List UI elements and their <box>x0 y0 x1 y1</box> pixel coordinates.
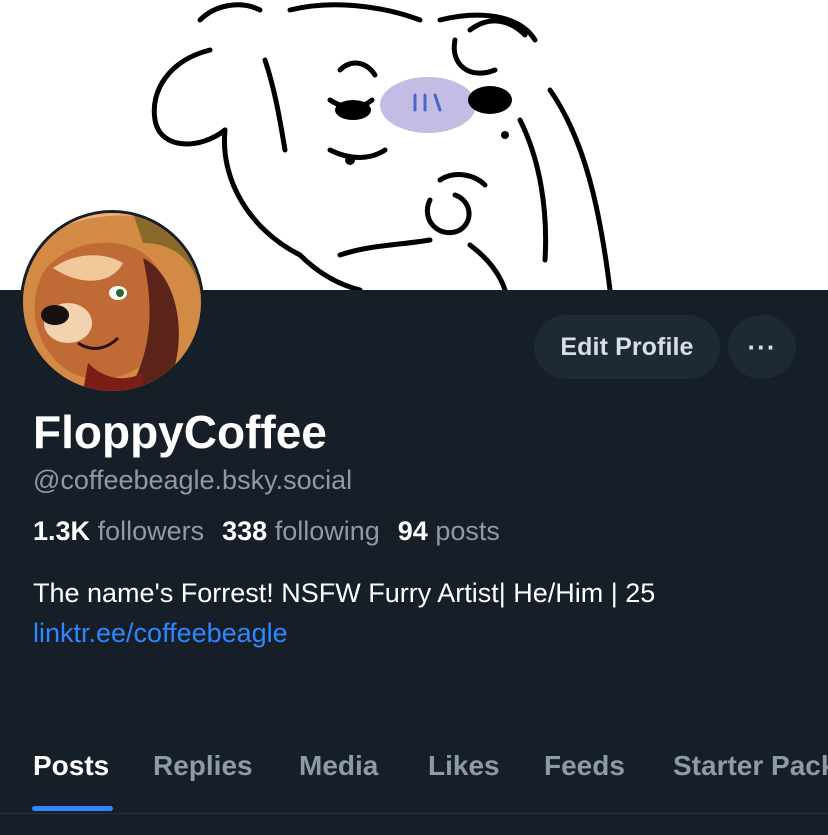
tab-replies[interactable]: Replies <box>153 750 253 782</box>
profile-handle: @coffeebeagle.bsky.social <box>33 465 353 495</box>
profile-stats: 1.3K followers 338 following 94 posts <box>33 516 500 547</box>
following-stat[interactable]: 338 following <box>222 516 380 547</box>
profile-tabs: Posts Replies Media Likes Feeds Starter … <box>0 730 828 814</box>
display-name: FloppyCoffee <box>33 406 327 458</box>
following-label: following <box>274 516 380 546</box>
tab-posts[interactable]: Posts <box>33 750 109 782</box>
tabs-divider <box>0 813 828 814</box>
more-options-button[interactable]: ··· <box>728 315 796 379</box>
tab-media[interactable]: Media <box>299 750 378 782</box>
followers-label: followers <box>97 516 205 546</box>
active-tab-indicator <box>32 806 113 811</box>
profile-avatar[interactable] <box>20 210 204 394</box>
tab-likes[interactable]: Likes <box>428 750 500 782</box>
profile-link[interactable]: linktr.ee/coffeebeagle <box>33 618 288 649</box>
more-options-icon: ··· <box>747 331 777 362</box>
edit-profile-label: Edit Profile <box>560 332 694 361</box>
followers-stat[interactable]: 1.3K followers <box>33 516 204 547</box>
tab-feeds[interactable]: Feeds <box>544 750 625 782</box>
beagle-avatar-icon <box>23 213 201 391</box>
followers-count: 1.3K <box>33 516 91 546</box>
posts-count: 94 <box>397 516 428 546</box>
tab-starter-packs[interactable]: Starter Packs <box>673 750 828 782</box>
following-count: 338 <box>222 516 268 546</box>
profile-bio: The name's Forrest! NSFW Furry Artist| H… <box>33 578 656 608</box>
posts-label: posts <box>435 516 500 546</box>
posts-stat: 94 posts <box>398 516 500 547</box>
edit-profile-button[interactable]: Edit Profile <box>534 315 720 379</box>
